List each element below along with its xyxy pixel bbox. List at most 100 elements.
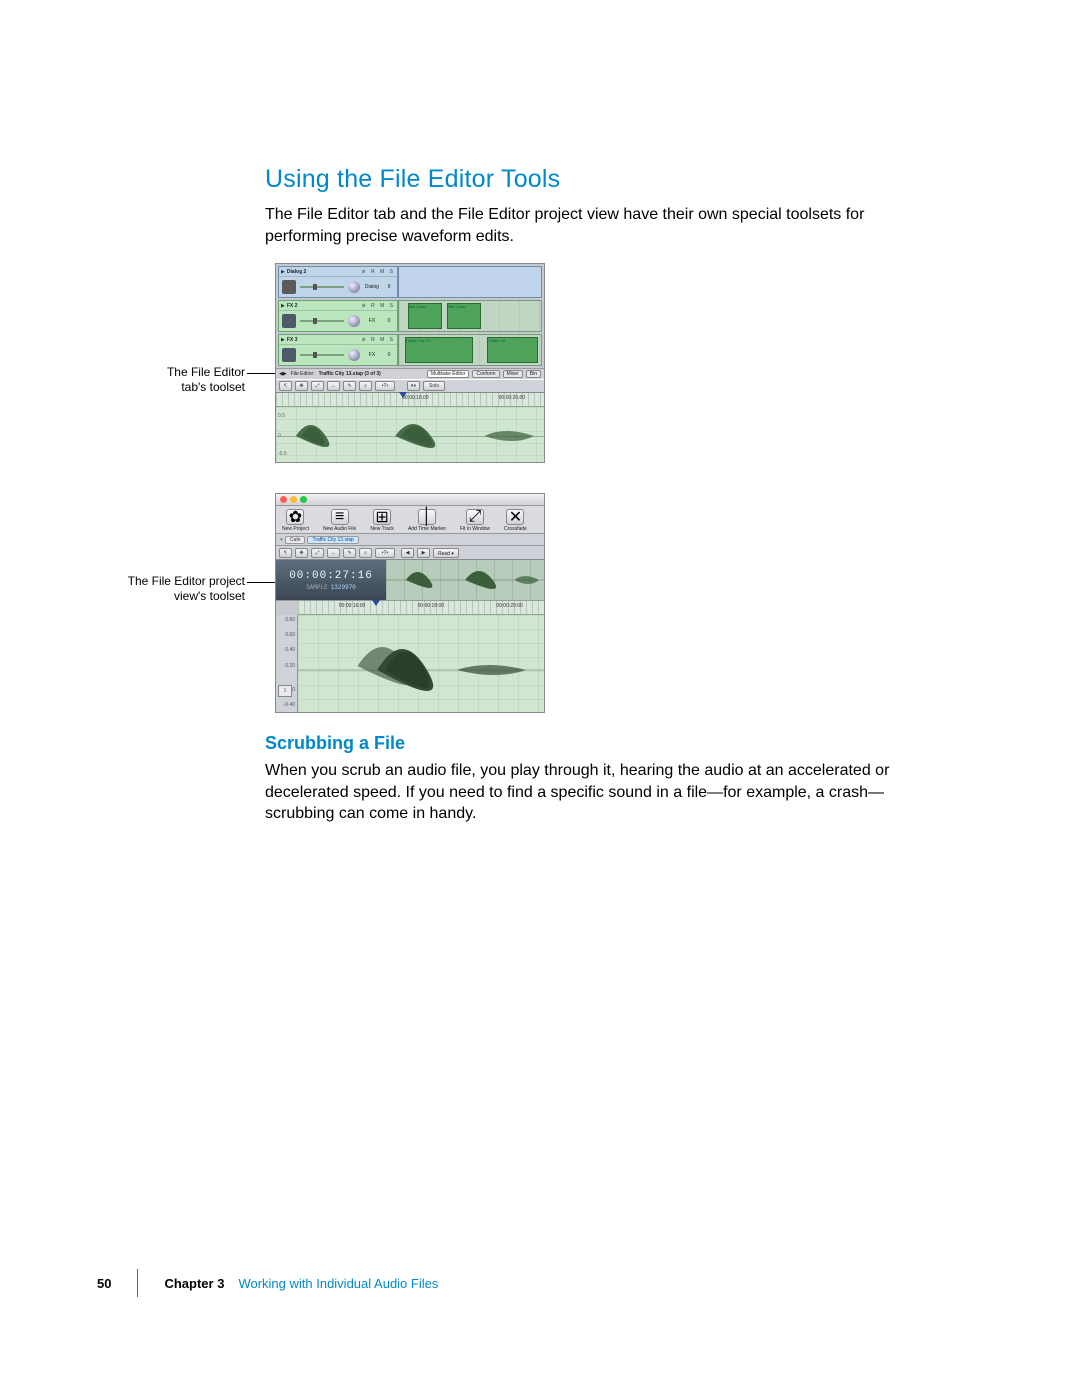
audio-clip[interactable]: Traffic Cit — [487, 337, 538, 363]
main-toolbar: ✿New Project ≡New Audio File ⊞New Track │Ad… — [276, 506, 544, 534]
time-label: 00:00:10.00 — [402, 395, 428, 401]
overview-row: 00:00:27:16 SAMPLE1329970 — [276, 560, 544, 601]
scrubbing-paragraph: When you scrub an audio file, you play t… — [265, 760, 930, 825]
overview-waveform — [386, 560, 544, 600]
audio-clip[interactable]: Bell Clear — [447, 303, 481, 329]
page-footer: 50 Chapter 3 Working with Individual Aud… — [97, 1269, 438, 1297]
waveform-container: 1 0.800.600.400.20-0.20-0.40-0.60 — [276, 615, 544, 713]
tool-button[interactable]: ✥ — [295, 548, 308, 558]
callout-leader — [247, 373, 275, 374]
axis-tick: 0.60 — [285, 632, 295, 638]
tool-button[interactable]: ⌕ — [359, 381, 372, 391]
axis-tick: 0.80 — [285, 617, 295, 623]
breadcrumb: < Cafe Traffic City 13.stap — [276, 534, 544, 546]
zoom-icon[interactable] — [300, 496, 307, 503]
figure-editor-tab: The File Editor tab's toolset ▶Dialog 2⊘… — [265, 263, 930, 463]
toolbar-button[interactable]: ⤢Fit in Window — [460, 509, 490, 532]
track-header[interactable]: ▶Dialog 2⊘ R M SDialog9 — [278, 266, 398, 298]
automation-mode-select[interactable]: Read ▾ — [433, 548, 459, 558]
snap-value[interactable]: 1 — [278, 685, 292, 697]
heading-scrubbing: Scrubbing a File — [265, 733, 930, 754]
nav-button[interactable]: ◀ — [401, 548, 414, 558]
toolbar-icon: ≡ — [331, 509, 349, 525]
callout-tab-toolset: The File Editor tab's toolset — [90, 365, 245, 395]
disclosure-icon[interactable]: ▶ — [281, 303, 285, 309]
track-lane[interactable]: Traffic City 13 Traffic Cit — [398, 334, 542, 366]
solo-button[interactable]: Solo — [423, 381, 445, 391]
track-header[interactable]: ▶FX 3⊘ R M SFX0 — [278, 334, 398, 366]
volume-slider[interactable] — [300, 286, 344, 288]
playhead-marker-icon — [372, 600, 380, 606]
tool-button[interactable]: ↸ — [279, 548, 292, 558]
audio-clip[interactable]: Traffic City 13 — [405, 337, 473, 363]
axis-tick: -0.40 — [284, 702, 295, 708]
track-lane[interactable] — [398, 266, 542, 298]
track-icon — [282, 348, 296, 362]
tool-button[interactable]: ⤢ — [311, 381, 324, 391]
breadcrumb-file[interactable]: Traffic City 13.stap — [307, 536, 358, 544]
intro-paragraph: The File Editor tab and the File Editor … — [265, 204, 930, 247]
volume-slider[interactable] — [300, 354, 344, 356]
minimize-icon[interactable] — [290, 496, 297, 503]
waveform-area — [298, 615, 544, 713]
file-editor-tab-toolbar: ↸✥⤢↔✎⌕•T• ⏵⏸Solo — [276, 379, 544, 393]
track-row: ▶FX 2⊘ R M SFX0Bell ClearBell Clear — [278, 300, 542, 332]
window-titlebar — [276, 494, 544, 506]
pan-knob[interactable] — [348, 315, 360, 327]
time-label: 00:00:20:00 — [496, 603, 522, 609]
audio-clip[interactable]: Bell Clear — [408, 303, 442, 329]
toolbar-icon: ✕ — [506, 509, 524, 525]
toolbar-icon: ✿ — [286, 509, 304, 525]
track-row: ▶FX 3⊘ R M SFX0Traffic City 13Traffic Ci… — [278, 334, 542, 366]
chapter-label: Chapter 3 — [164, 1276, 224, 1291]
heading-main: Using the File Editor Tools — [265, 165, 930, 194]
screenshot-editor-tab: ▶Dialog 2⊘ R M SDialog9▶FX 2⊘ R M SFX0Be… — [275, 263, 545, 463]
callout-leader — [247, 582, 275, 583]
tool-button[interactable]: ✥ — [295, 381, 308, 391]
toolbar-button[interactable]: │Add Time Marker — [408, 509, 446, 532]
tool-button[interactable]: ✎ — [343, 381, 356, 391]
track-lane[interactable]: Bell ClearBell Clear — [398, 300, 542, 332]
waveform-area: 0.5 0 -0.5 — [276, 407, 544, 463]
page-number: 50 — [97, 1276, 111, 1291]
tool-button[interactable]: ✎ — [343, 548, 356, 558]
time-label: 00:00:20.00 — [499, 395, 525, 401]
toolbar-button[interactable]: ✿New Project — [282, 509, 309, 532]
timecode-display: 00:00:27:16 SAMPLE1329970 — [276, 560, 386, 600]
editor-tab[interactable]: Conform — [472, 370, 499, 378]
axis-tick: 0.40 — [285, 647, 295, 653]
breadcrumb-folder[interactable]: Cafe — [285, 536, 306, 544]
tool-button[interactable]: ↔ — [327, 381, 340, 391]
waveform-svg — [276, 407, 544, 463]
toolbar-button[interactable]: ⊞New Track — [370, 509, 394, 532]
disclosure-icon[interactable]: ▶ — [281, 337, 285, 343]
pan-knob[interactable] — [348, 349, 360, 361]
tool-button[interactable]: •T• — [375, 381, 395, 391]
tool-button[interactable]: ⌕ — [359, 548, 372, 558]
pan-knob[interactable] — [348, 281, 360, 293]
tool-button[interactable]: ⤢ — [311, 548, 324, 558]
figure-editor-project: The File Editor project view's toolset ✿… — [265, 493, 930, 713]
toolbar-button[interactable]: ✕Crossfade — [504, 509, 527, 532]
track-row: ▶Dialog 2⊘ R M SDialog9 — [278, 266, 542, 298]
amplitude-axis: 1 0.800.600.400.20-0.20-0.40-0.60 — [276, 615, 298, 713]
disclosure-icon[interactable]: ▶ — [281, 269, 285, 275]
volume-slider[interactable] — [300, 320, 344, 322]
toolbar-button[interactable]: ≡New Audio File — [323, 509, 356, 532]
editor-tab[interactable]: Bin — [526, 370, 541, 378]
toolbar-icon: ⊞ — [373, 509, 391, 525]
timeline-ruler: 00:00:10.00 00:00:20.00 — [276, 393, 544, 407]
file-editor-title-bar: ◀▶ File Editor: Traffic City 13.stap (3 … — [276, 368, 544, 379]
editor-tab[interactable]: Mixer — [503, 370, 523, 378]
tool-button[interactable]: ↸ — [279, 381, 292, 391]
nav-button[interactable]: ▶ — [417, 548, 430, 558]
tool-button[interactable]: ⏵⏸ — [407, 381, 420, 391]
axis-tick: 0.20 — [285, 663, 295, 669]
footer-divider — [137, 1269, 138, 1297]
editor-tab[interactable]: Multitake Editor — [427, 370, 469, 378]
track-header[interactable]: ▶FX 2⊘ R M SFX0 — [278, 300, 398, 332]
tool-button[interactable]: •T• — [375, 548, 395, 558]
file-editor-project-toolbar: ↸✥⤢↔✎⌕•T• ◀▶Read ▾ — [276, 546, 544, 560]
close-icon[interactable] — [280, 496, 287, 503]
tool-button[interactable]: ↔ — [327, 548, 340, 558]
